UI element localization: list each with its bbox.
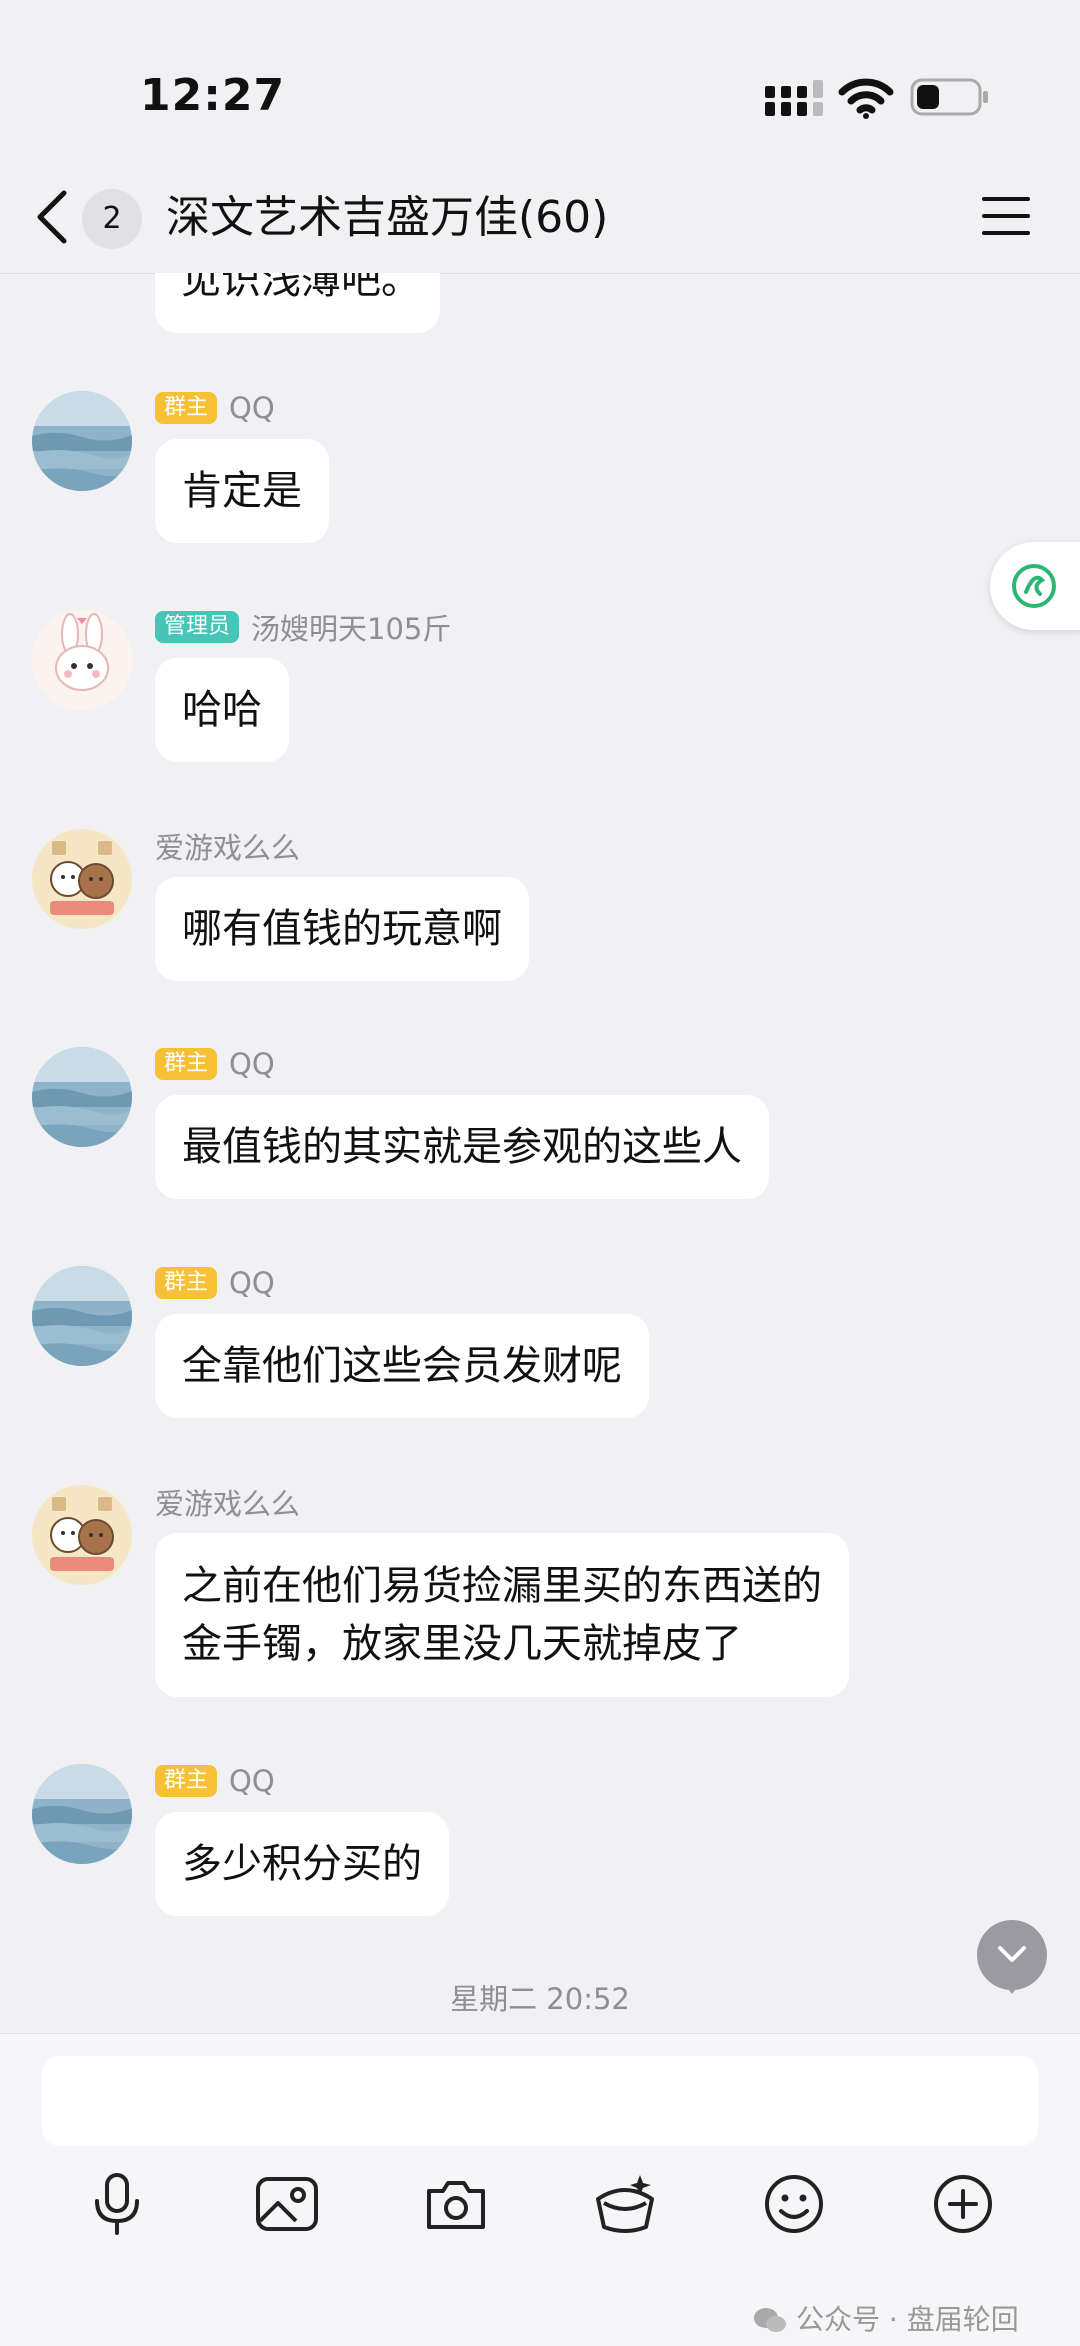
message-text: 最值钱的其实就是参观的这些人: [182, 1124, 742, 1170]
chat-title[interactable]: 深文艺术吉盛万佳(60): [166, 187, 608, 249]
message-text-line: 之前在他们易货捡漏里买的东西送的: [182, 1563, 822, 1609]
sender-name[interactable]: 爱游戏么么: [155, 1481, 300, 1523]
sender-name[interactable]: QQ: [229, 1764, 275, 1798]
message-text: 见识浅薄吧。: [181, 273, 421, 303]
emoji-icon[interactable]: [759, 2169, 829, 2239]
message-text: 哪有值钱的玩意啊: [182, 906, 502, 952]
chat-header: 2 深文艺术吉盛万佳(60): [0, 165, 1080, 274]
sender-name[interactable]: 爱游戏么么: [155, 825, 300, 867]
microphone-icon[interactable]: [82, 2169, 152, 2239]
avatar-bears[interactable]: [32, 1485, 132, 1585]
owner-badge: 群主: [155, 1765, 218, 1797]
avatar-qq[interactable]: [32, 1266, 132, 1366]
message-input[interactable]: [42, 2056, 1038, 2146]
message-bubble[interactable]: 之前在他们易货捡漏里买的东西送的 金手镯，放家里没几天就掉皮了: [155, 1533, 849, 1697]
owner-badge: 群主: [155, 1048, 218, 1080]
back-arrow-icon[interactable]: [30, 187, 74, 247]
battery-icon: [910, 78, 988, 116]
cellular-signal-icon: [765, 80, 823, 116]
admin-badge: 管理员: [155, 611, 240, 643]
status-time: 12:27: [140, 70, 286, 121]
plus-icon[interactable]: [928, 2169, 998, 2239]
message-bubble[interactable]: 哪有值钱的玩意啊: [155, 877, 529, 981]
wifi-icon: [838, 78, 894, 119]
message-meta: 群主 QQ: [155, 391, 275, 425]
owner-badge: 群主: [155, 1267, 218, 1299]
message-text: 哈哈: [182, 687, 262, 733]
message-timestamp: 星期二 20:52: [450, 1982, 630, 2016]
message-text: 多少积分买的: [182, 1841, 422, 1887]
chevron-down-icon: [998, 1946, 1026, 1962]
message-meta: 群主 QQ: [155, 1266, 275, 1300]
message-meta: 群主 QQ: [155, 1047, 275, 1081]
image-icon[interactable]: [252, 2169, 322, 2239]
sender-name[interactable]: 汤嫂明天105斤: [251, 606, 451, 648]
wechat-icon: [754, 2308, 786, 2332]
sender-name[interactable]: QQ: [229, 391, 275, 425]
unread-count-badge[interactable]: 2: [82, 189, 142, 249]
avatar-qq[interactable]: [32, 391, 132, 491]
camera-icon[interactable]: [421, 2169, 491, 2239]
avatar-bunny[interactable]: [32, 610, 132, 710]
message-meta: 爱游戏么么: [155, 1485, 300, 1521]
watermark: 公众号 · 盘届轮回: [752, 2298, 1019, 2338]
red-packet-icon[interactable]: [590, 2169, 660, 2239]
message-meta: 爱游戏么么: [155, 829, 300, 865]
message-text: 肯定是: [182, 468, 302, 514]
assistant-icon: [1012, 564, 1056, 608]
scroll-to-bottom-button[interactable]: [977, 1920, 1047, 1994]
avatar-qq[interactable]: [32, 1764, 132, 1864]
watermark-text: 公众号 · 盘届轮回: [796, 2303, 1019, 2336]
avatar-qq[interactable]: [32, 1047, 132, 1147]
status-bar: 12:27: [0, 0, 1080, 165]
message-bubble-partial[interactable]: 见识浅薄吧。: [155, 273, 440, 333]
sender-name[interactable]: QQ: [229, 1266, 275, 1300]
avatar-bears[interactable]: [32, 829, 132, 929]
message-bubble[interactable]: 多少积分买的: [155, 1812, 449, 1916]
menu-icon[interactable]: [980, 193, 1032, 239]
owner-badge: 群主: [155, 392, 218, 424]
message-list[interactable]: 见识浅薄吧。 群主 QQ 肯定是 管理员 汤嫂明天105斤 哈哈 爱游戏么么 哪…: [0, 273, 1080, 2033]
floating-assistant-button[interactable]: [990, 542, 1080, 630]
message-text: 全靠他们这些会员发财呢: [182, 1343, 622, 1389]
message-meta: 群主 QQ: [155, 1764, 275, 1798]
message-text-line: 金手镯，放家里没几天就掉皮了: [182, 1621, 742, 1667]
sender-name[interactable]: QQ: [229, 1047, 275, 1081]
message-meta: 管理员 汤嫂明天105斤: [155, 610, 451, 646]
message-bubble[interactable]: 肯定是: [155, 439, 329, 543]
message-bubble[interactable]: 最值钱的其实就是参观的这些人: [155, 1095, 769, 1199]
message-bubble[interactable]: 全靠他们这些会员发财呢: [155, 1314, 649, 1418]
message-bubble[interactable]: 哈哈: [155, 658, 289, 762]
